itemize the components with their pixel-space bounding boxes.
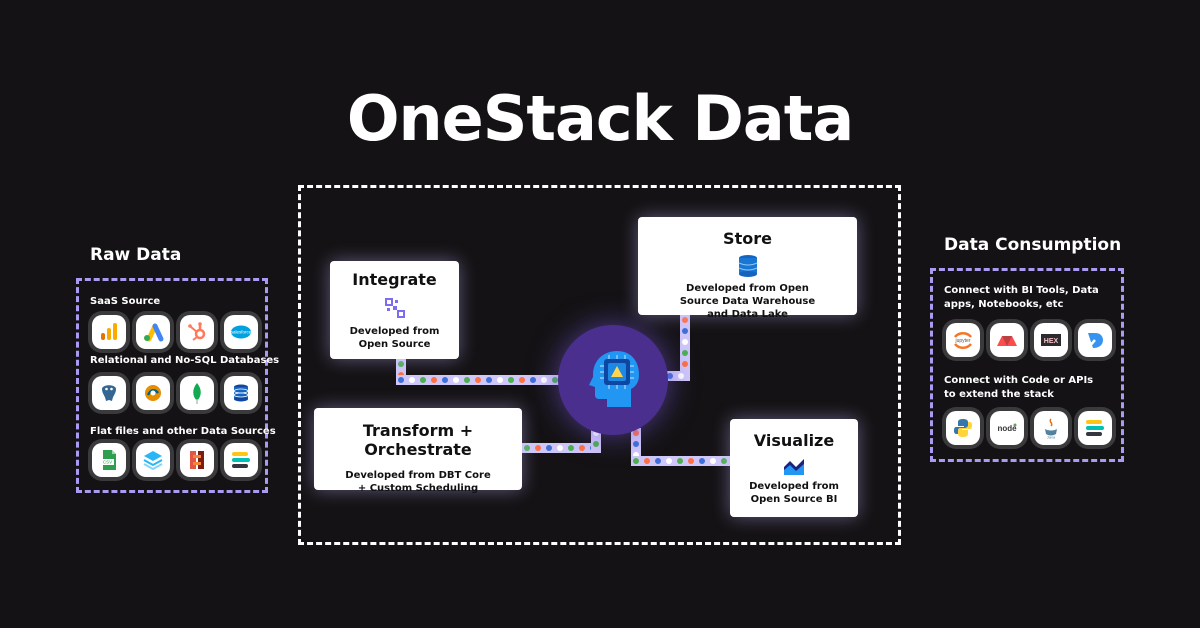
csv-file-icon[interactable]: CSV [92, 443, 126, 477]
connector-bead [593, 441, 599, 447]
integrate-description: Developed from Open Source [349, 326, 440, 350]
google-ads-icon[interactable] [136, 315, 170, 349]
flat-files-label: Flat files and other Data Sources [90, 426, 276, 437]
databases-label: Relational and No-SQL Databases [90, 355, 280, 366]
data-consumption-heading: Data Consumption [944, 235, 1122, 255]
integrate-icon [384, 298, 405, 318]
streamlit-icon[interactable] [990, 323, 1024, 357]
mysql-icon[interactable] [136, 376, 170, 410]
page-title: OneStack Data [346, 82, 854, 155]
salesforce-icon[interactable]: salesforce [224, 315, 258, 349]
visualize-chart-icon [784, 459, 804, 475]
svg-text:CSV: CSV [103, 460, 112, 465]
bi-tool-icons: jupyter HEX [946, 323, 1112, 357]
connector-bead [442, 377, 448, 383]
store-description: Developed from Open Source Data Warehous… [679, 283, 816, 320]
svg-text:salesforce: salesforce [231, 330, 252, 335]
connector-bead [541, 377, 547, 383]
connector-bead [409, 377, 415, 383]
elastic-icon[interactable] [224, 443, 258, 477]
svg-text:HEX: HEX [1044, 338, 1059, 345]
database-icon[interactable] [224, 376, 258, 410]
nodejs-icon[interactable]: node [990, 411, 1024, 445]
connector-bead [678, 373, 684, 379]
connector-bead [688, 458, 694, 464]
code-apis-label: Connect with Code or APIs to extend the … [944, 375, 1094, 400]
hex-icon[interactable]: HEX [1034, 323, 1068, 357]
store-database-icon [738, 255, 757, 277]
ai-hub [558, 325, 668, 435]
deepnote-icon[interactable] [1078, 323, 1112, 357]
connector-bead [453, 377, 459, 383]
connector-bead [398, 377, 404, 383]
connector-bead [524, 445, 530, 451]
transform-title: Transform + Orchestrate [362, 421, 474, 459]
python-icon[interactable] [946, 411, 980, 445]
connector-bead [530, 377, 536, 383]
integrate-title: Integrate [352, 270, 437, 289]
database-icons [92, 376, 258, 410]
connector-bead [633, 441, 639, 447]
connector-bead [682, 339, 688, 345]
connector-bead [486, 377, 492, 383]
google-analytics-icon[interactable] [92, 315, 126, 349]
store-title: Store [723, 229, 772, 248]
integrate-card[interactable]: Integrate Developed from Open Source [330, 261, 459, 359]
connector-bead [431, 377, 437, 383]
connector-bead [519, 377, 525, 383]
connector-bead [557, 445, 563, 451]
connector-bead [546, 445, 552, 451]
saas-source-icons: salesforce [92, 315, 258, 349]
connector-bead [568, 445, 574, 451]
connector-bead [677, 458, 683, 464]
connector-bead [535, 445, 541, 451]
connector-bead [644, 458, 650, 464]
connector-bead [633, 458, 639, 464]
connector-bead [633, 430, 639, 436]
connector-bead [710, 458, 716, 464]
java-icon[interactable]: Java [1034, 411, 1068, 445]
connector-bead [682, 361, 688, 367]
connector-bead [682, 350, 688, 356]
connector-bead [699, 458, 705, 464]
connector-bead [666, 458, 672, 464]
store-card[interactable]: Store Developed from Open Source Data Wa… [638, 217, 857, 320]
visualize-description: Developed from Open Source BI [749, 481, 839, 505]
visualize-card[interactable]: Visualize Developed from Open Source BI [730, 419, 858, 517]
connector-bead [682, 328, 688, 334]
connector-bead [398, 361, 404, 367]
visualize-title: Visualize [753, 431, 835, 450]
mongodb-icon[interactable] [180, 376, 214, 410]
api-stream-icon[interactable] [136, 443, 170, 477]
code-api-icons: node Java [946, 411, 1112, 445]
connector-bead [497, 377, 503, 383]
connector-bead [655, 458, 661, 464]
saas-source-label: SaaS Source [90, 296, 161, 307]
aws-s3-icon[interactable] [180, 443, 214, 477]
connector-bead [475, 377, 481, 383]
svg-text:Java: Java [1047, 435, 1056, 440]
postgresql-icon[interactable] [92, 376, 126, 410]
hubspot-icon[interactable] [180, 315, 214, 349]
svg-text:jupyter: jupyter [954, 338, 970, 344]
elastic-icon[interactable] [1078, 411, 1112, 445]
transform-description: Developed from DBT Core + Custom Schedul… [345, 470, 491, 494]
transform-card[interactable]: Transform + Orchestrate Developed from D… [314, 408, 522, 494]
connector-bead [508, 377, 514, 383]
jupyter-icon[interactable]: jupyter [946, 323, 980, 357]
connector-bead [464, 377, 470, 383]
raw-data-heading: Raw Data [90, 245, 182, 265]
connector-bead [721, 458, 727, 464]
bi-tools-label: Connect with BI Tools, Data apps, Notebo… [944, 285, 1099, 310]
connector-bead [420, 377, 426, 383]
ai-brain-head-icon [589, 351, 639, 407]
connector-bead [579, 445, 585, 451]
flat-file-icons: CSV [92, 443, 258, 477]
